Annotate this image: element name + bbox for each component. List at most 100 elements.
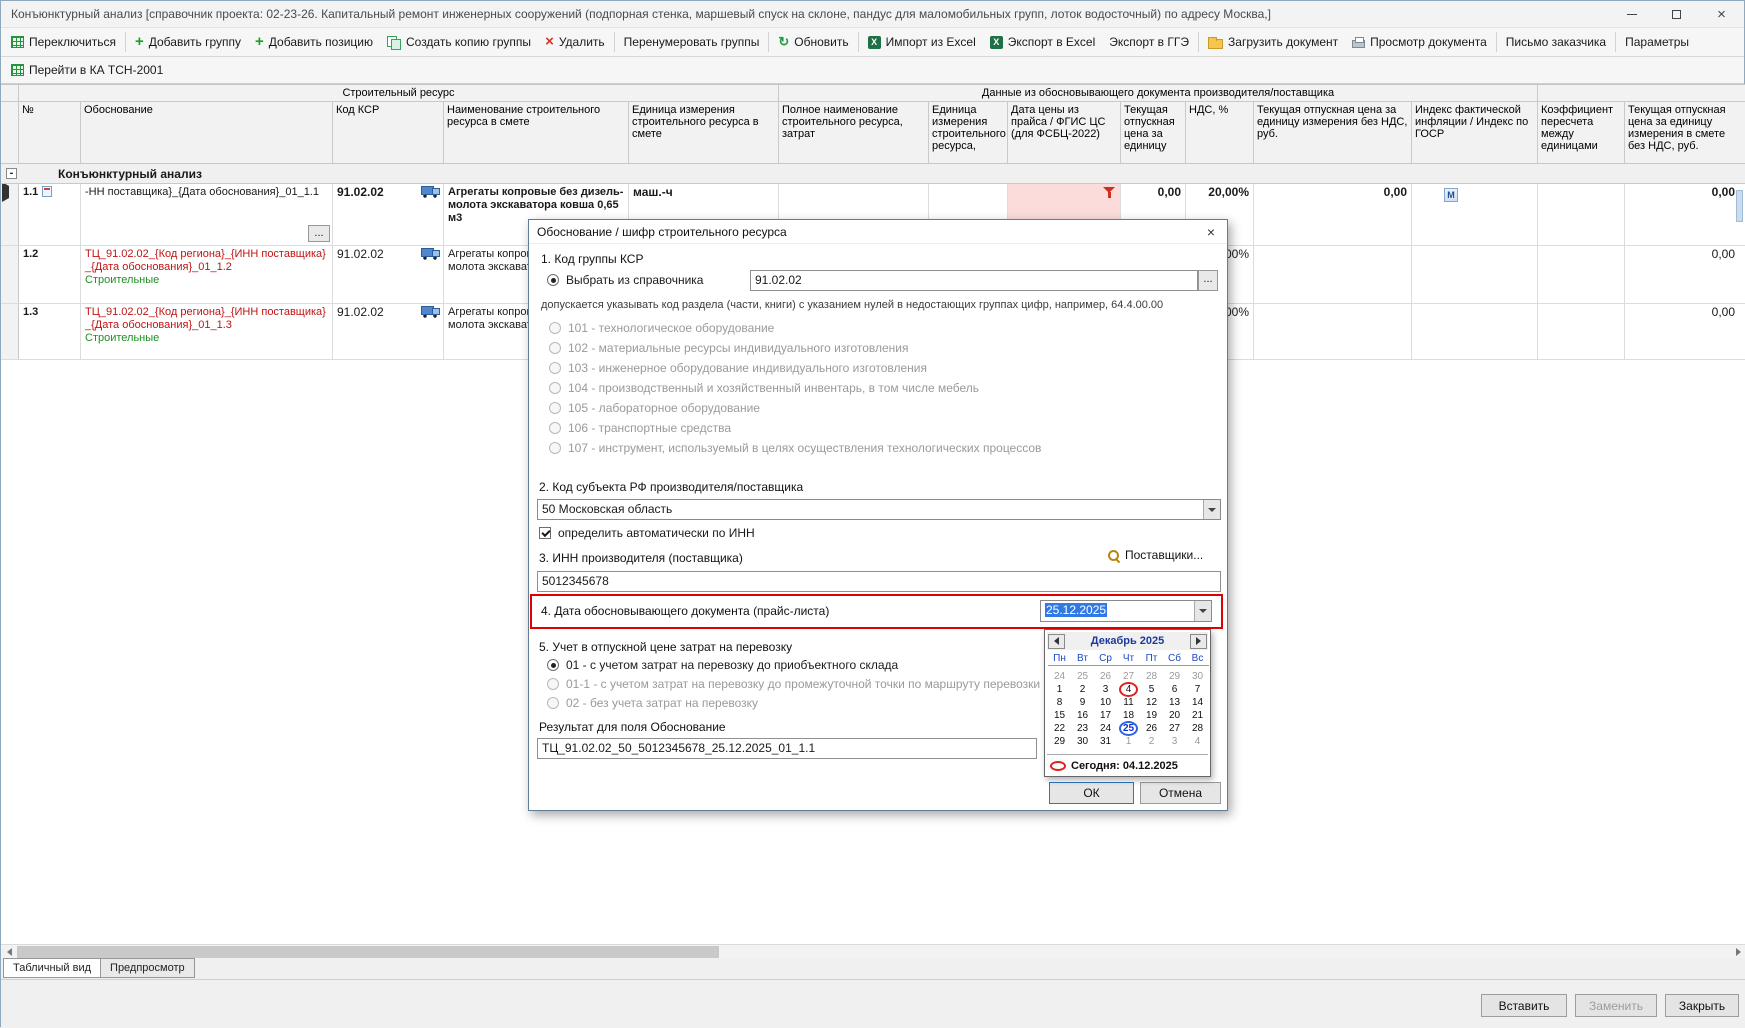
column-header-inflation-index[interactable]: Индекс фактической инфляции / Индекс по …	[1412, 102, 1538, 164]
toolbar-button-delete[interactable]: Удалить	[538, 30, 612, 54]
calendar-day[interactable]: 2	[1140, 735, 1163, 748]
column-header-conversion-factor[interactable]: Коэффициент пересчета между единицами	[1538, 102, 1625, 164]
cell-justification[interactable]: ТЦ_91.02.02_{Код региона}_{ИНН поставщик…	[81, 246, 333, 304]
cell-estimate-price[interactable]: 0,00	[1625, 246, 1745, 304]
cell-inflation-index[interactable]	[1412, 246, 1538, 304]
calendar-day[interactable]: 19	[1140, 709, 1163, 722]
cell-num[interactable]: 1.2	[19, 246, 81, 304]
calendar-day[interactable]: 30	[1071, 735, 1094, 748]
column-header-current-price[interactable]: Текущая отпускная цена за единицу	[1121, 102, 1186, 164]
horizontal-scrollbar-thumb[interactable]	[17, 946, 719, 958]
calendar-prev-button[interactable]	[1048, 633, 1065, 649]
pick-from-catalog-radio[interactable]: Выбрать из справочника	[547, 273, 703, 287]
close-button[interactable]	[1699, 1, 1744, 27]
calendar-day[interactable]: 26	[1094, 670, 1117, 683]
calendar-day[interactable]: 20	[1163, 709, 1186, 722]
calendar-day[interactable]: 25	[1117, 721, 1140, 736]
date-dropdown-arrow-icon[interactable]	[1194, 601, 1211, 621]
calendar-day[interactable]: 22	[1048, 722, 1071, 735]
calendar-day[interactable]: 1	[1117, 735, 1140, 748]
cell-inflation-index[interactable]	[1412, 304, 1538, 360]
tab-table-view[interactable]: Табличный вид	[3, 958, 102, 978]
collapse-icon[interactable]	[6, 168, 17, 179]
vertical-scrollbar-thumb[interactable]	[1736, 190, 1743, 222]
cell-conversion-factor[interactable]	[1538, 184, 1625, 246]
insert-button[interactable]: Вставить	[1481, 994, 1567, 1017]
toolbar-button-goto-tsn[interactable]: Перейти в КА ТСН-2001	[4, 58, 170, 82]
calendar-day[interactable]: 6	[1163, 683, 1186, 696]
calendar-day[interactable]: 11	[1117, 696, 1140, 709]
calendar-day[interactable]: 26	[1140, 722, 1163, 735]
cell-num[interactable]: 1.1	[19, 184, 81, 246]
toolbar-button-copy-group[interactable]: Создать копию группы	[380, 30, 538, 54]
toolbar-button-switch[interactable]: Переключиться	[4, 30, 123, 54]
calendar-day[interactable]: 29	[1048, 735, 1071, 748]
calendar-day[interactable]: 17	[1094, 709, 1117, 722]
suppliers-button[interactable]: Поставщики...	[1107, 548, 1203, 562]
calendar-day[interactable]: 31	[1094, 735, 1117, 748]
inn-input[interactable]: 5012345678	[537, 571, 1221, 592]
section-row[interactable]: Конъюнктурный анализ	[1, 164, 1745, 184]
column-header-supplier-unit[interactable]: Единица измерения строительного ресурса,	[929, 102, 1008, 164]
scroll-right-button[interactable]	[1730, 945, 1745, 959]
tab-preview[interactable]: Предпросмотр	[100, 958, 195, 978]
cell-inflation-index[interactable]: М	[1412, 184, 1538, 246]
column-header-price-no-vat[interactable]: Текущая отпускная цена за единицу измере…	[1254, 102, 1412, 164]
calendar-day[interactable]: 29	[1163, 670, 1186, 683]
ksr-browse-button[interactable]: ...	[1198, 270, 1218, 291]
calendar-month-title[interactable]: Декабрь 2025	[1091, 635, 1165, 647]
ok-button[interactable]: ОК	[1049, 782, 1134, 804]
toolbar-button-import-excel[interactable]: Импорт из Excel	[861, 30, 983, 54]
auto-inn-checkbox[interactable]: определить автоматически по ИНН	[539, 526, 755, 540]
calendar-day[interactable]: 4	[1117, 682, 1140, 697]
formula-button[interactable]: М	[1444, 188, 1458, 202]
toolbar-button-view-document[interactable]: Просмотр документа	[1345, 30, 1494, 54]
calendar-day[interactable]: 23	[1071, 722, 1094, 735]
calendar-day[interactable]: 24	[1048, 670, 1071, 683]
row-selector[interactable]	[1, 304, 19, 360]
calendar-day[interactable]: 1	[1048, 683, 1071, 696]
row-selector[interactable]	[1, 184, 19, 246]
toolbar-button-customer-letter[interactable]: Письмо заказчика	[1499, 30, 1613, 54]
cell-justification[interactable]: ТЦ_91.02.02_{Код региона}_{ИНН поставщик…	[81, 304, 333, 360]
scroll-left-button[interactable]	[1, 945, 17, 959]
column-header-vat[interactable]: НДС, %	[1186, 102, 1254, 164]
date-input[interactable]: 25.12.2025	[1040, 600, 1212, 622]
column-header-justification[interactable]: Обоснование	[81, 102, 333, 164]
toolbar-button-export-excel[interactable]: Экспорт в Excel	[983, 30, 1102, 54]
cell-price-no-vat[interactable]	[1254, 304, 1412, 360]
result-input[interactable]: ТЦ_91.02.02_50_5012345678_25.12.2025_01_…	[537, 738, 1037, 759]
calendar-day[interactable]: 4	[1186, 735, 1209, 748]
justification-ellipsis-button[interactable]: ...	[308, 225, 330, 242]
cell-ksr-code[interactable]: 91.02.02	[333, 184, 444, 246]
cell-justification[interactable]: -НН поставщика}_{Дата обоснования}_01_1.…	[81, 184, 333, 246]
cell-price-no-vat[interactable]: 0,00	[1254, 184, 1412, 246]
cancel-button[interactable]: Отмена	[1140, 782, 1221, 804]
cell-price-no-vat[interactable]	[1254, 246, 1412, 304]
calendar-day[interactable]: 27	[1163, 722, 1186, 735]
calendar-today-row[interactable]: Сегодня: 04.12.2025	[1050, 760, 1178, 772]
cell-conversion-factor[interactable]	[1538, 304, 1625, 360]
ksr-code-input[interactable]: 91.02.02	[750, 270, 1198, 291]
cell-num[interactable]: 1.3	[19, 304, 81, 360]
toolbar-button-parameters[interactable]: Параметры	[1618, 30, 1696, 54]
close-dialog-button[interactable]: Закрыть	[1665, 994, 1739, 1017]
dropdown-arrow-icon[interactable]	[1203, 500, 1220, 519]
calendar-day[interactable]: 25	[1071, 670, 1094, 683]
cell-estimate-price[interactable]: 0,00	[1625, 184, 1745, 246]
toolbar-button-add-position[interactable]: Добавить позицию	[248, 30, 380, 54]
toolbar-button-add-group[interactable]: Добавить группу	[128, 30, 248, 54]
column-header-name[interactable]: Наименование строительного ресурса в сме…	[444, 102, 629, 164]
calendar-day[interactable]: 2	[1071, 683, 1094, 696]
maximize-button[interactable]	[1654, 1, 1699, 27]
region-select[interactable]: 50 Московская область	[537, 499, 1221, 520]
transport-option-01[interactable]: 01 - с учетом затрат на перевозку до при…	[547, 658, 898, 672]
minimize-button[interactable]	[1609, 1, 1654, 27]
column-header-num[interactable]: №	[19, 102, 81, 164]
cell-conversion-factor[interactable]	[1538, 246, 1625, 304]
calendar-day[interactable]: 12	[1140, 696, 1163, 709]
horizontal-scrollbar[interactable]	[1, 944, 1745, 958]
column-header-unit[interactable]: Единица измерения строительного ресурса …	[629, 102, 779, 164]
row-selector[interactable]	[1, 246, 19, 304]
calendar-day[interactable]: 16	[1071, 709, 1094, 722]
